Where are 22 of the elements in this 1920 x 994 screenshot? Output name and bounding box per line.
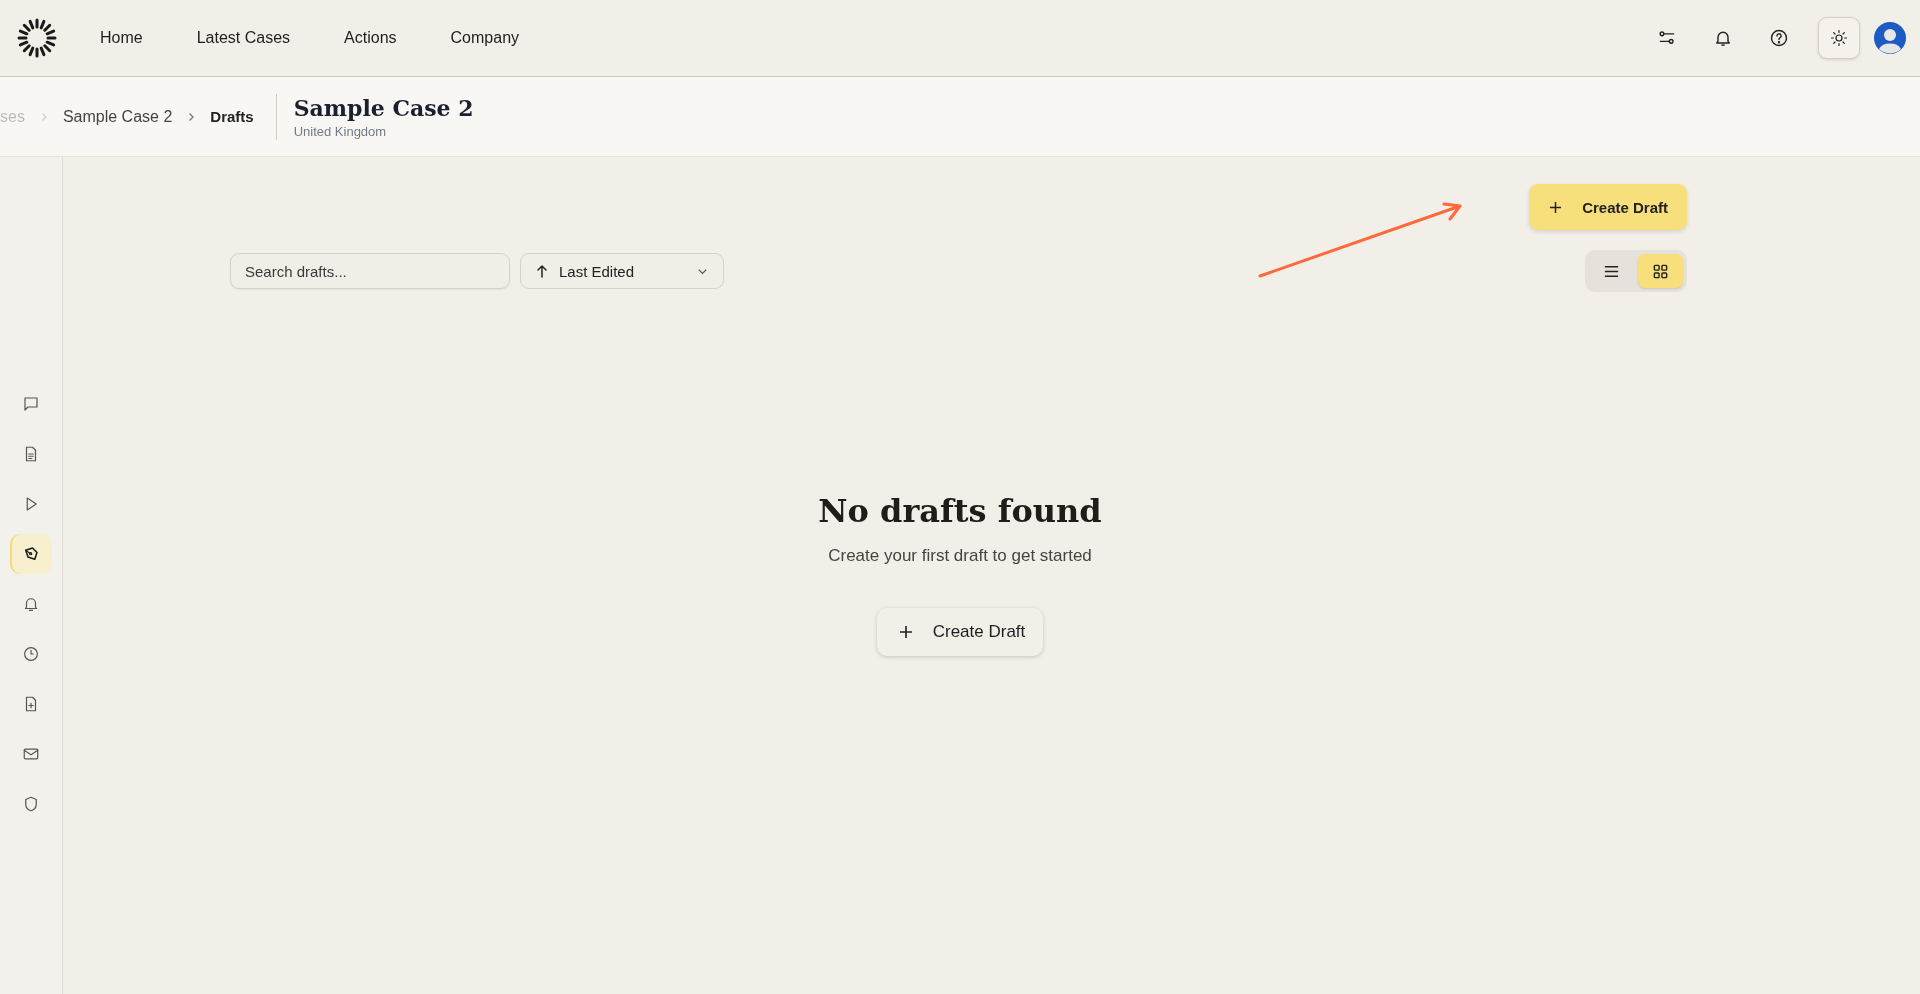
breadcrumb-link[interactable]: Sample Case 2 bbox=[62, 107, 173, 126]
create-draft-button[interactable]: Create Draft bbox=[876, 608, 1044, 656]
avatar-icon[interactable] bbox=[1874, 22, 1906, 54]
nav-link[interactable]: Actions bbox=[344, 29, 397, 47]
sun-icon[interactable] bbox=[1818, 17, 1860, 59]
case-subtitle: United Kingdom bbox=[293, 123, 388, 139]
create-draft-button[interactable]: Create Draft bbox=[1529, 184, 1687, 230]
plus-icon bbox=[1549, 200, 1563, 214]
pen-icon[interactable] bbox=[10, 534, 52, 574]
case-title: Sample Case 2 bbox=[293, 94, 474, 121]
sort-dropdown[interactable]: Last Edited bbox=[520, 253, 724, 289]
arrow-up-icon bbox=[535, 264, 549, 278]
logo-icon[interactable] bbox=[17, 18, 57, 58]
search-field[interactable]: Search drafts... bbox=[230, 253, 510, 289]
empty-state-title: No drafts found bbox=[818, 492, 1102, 530]
empty-state-message: Create your first draft to get started bbox=[828, 546, 1092, 566]
breadcrumb-link[interactable]: Drafts bbox=[210, 108, 254, 125]
nav-link[interactable]: Latest Cases bbox=[196, 29, 291, 47]
nav-link[interactable]: Home bbox=[100, 29, 143, 47]
plus-icon bbox=[898, 625, 913, 639]
nav-link[interactable]: Company bbox=[450, 29, 520, 47]
grid-view-icon[interactable] bbox=[1638, 254, 1683, 288]
